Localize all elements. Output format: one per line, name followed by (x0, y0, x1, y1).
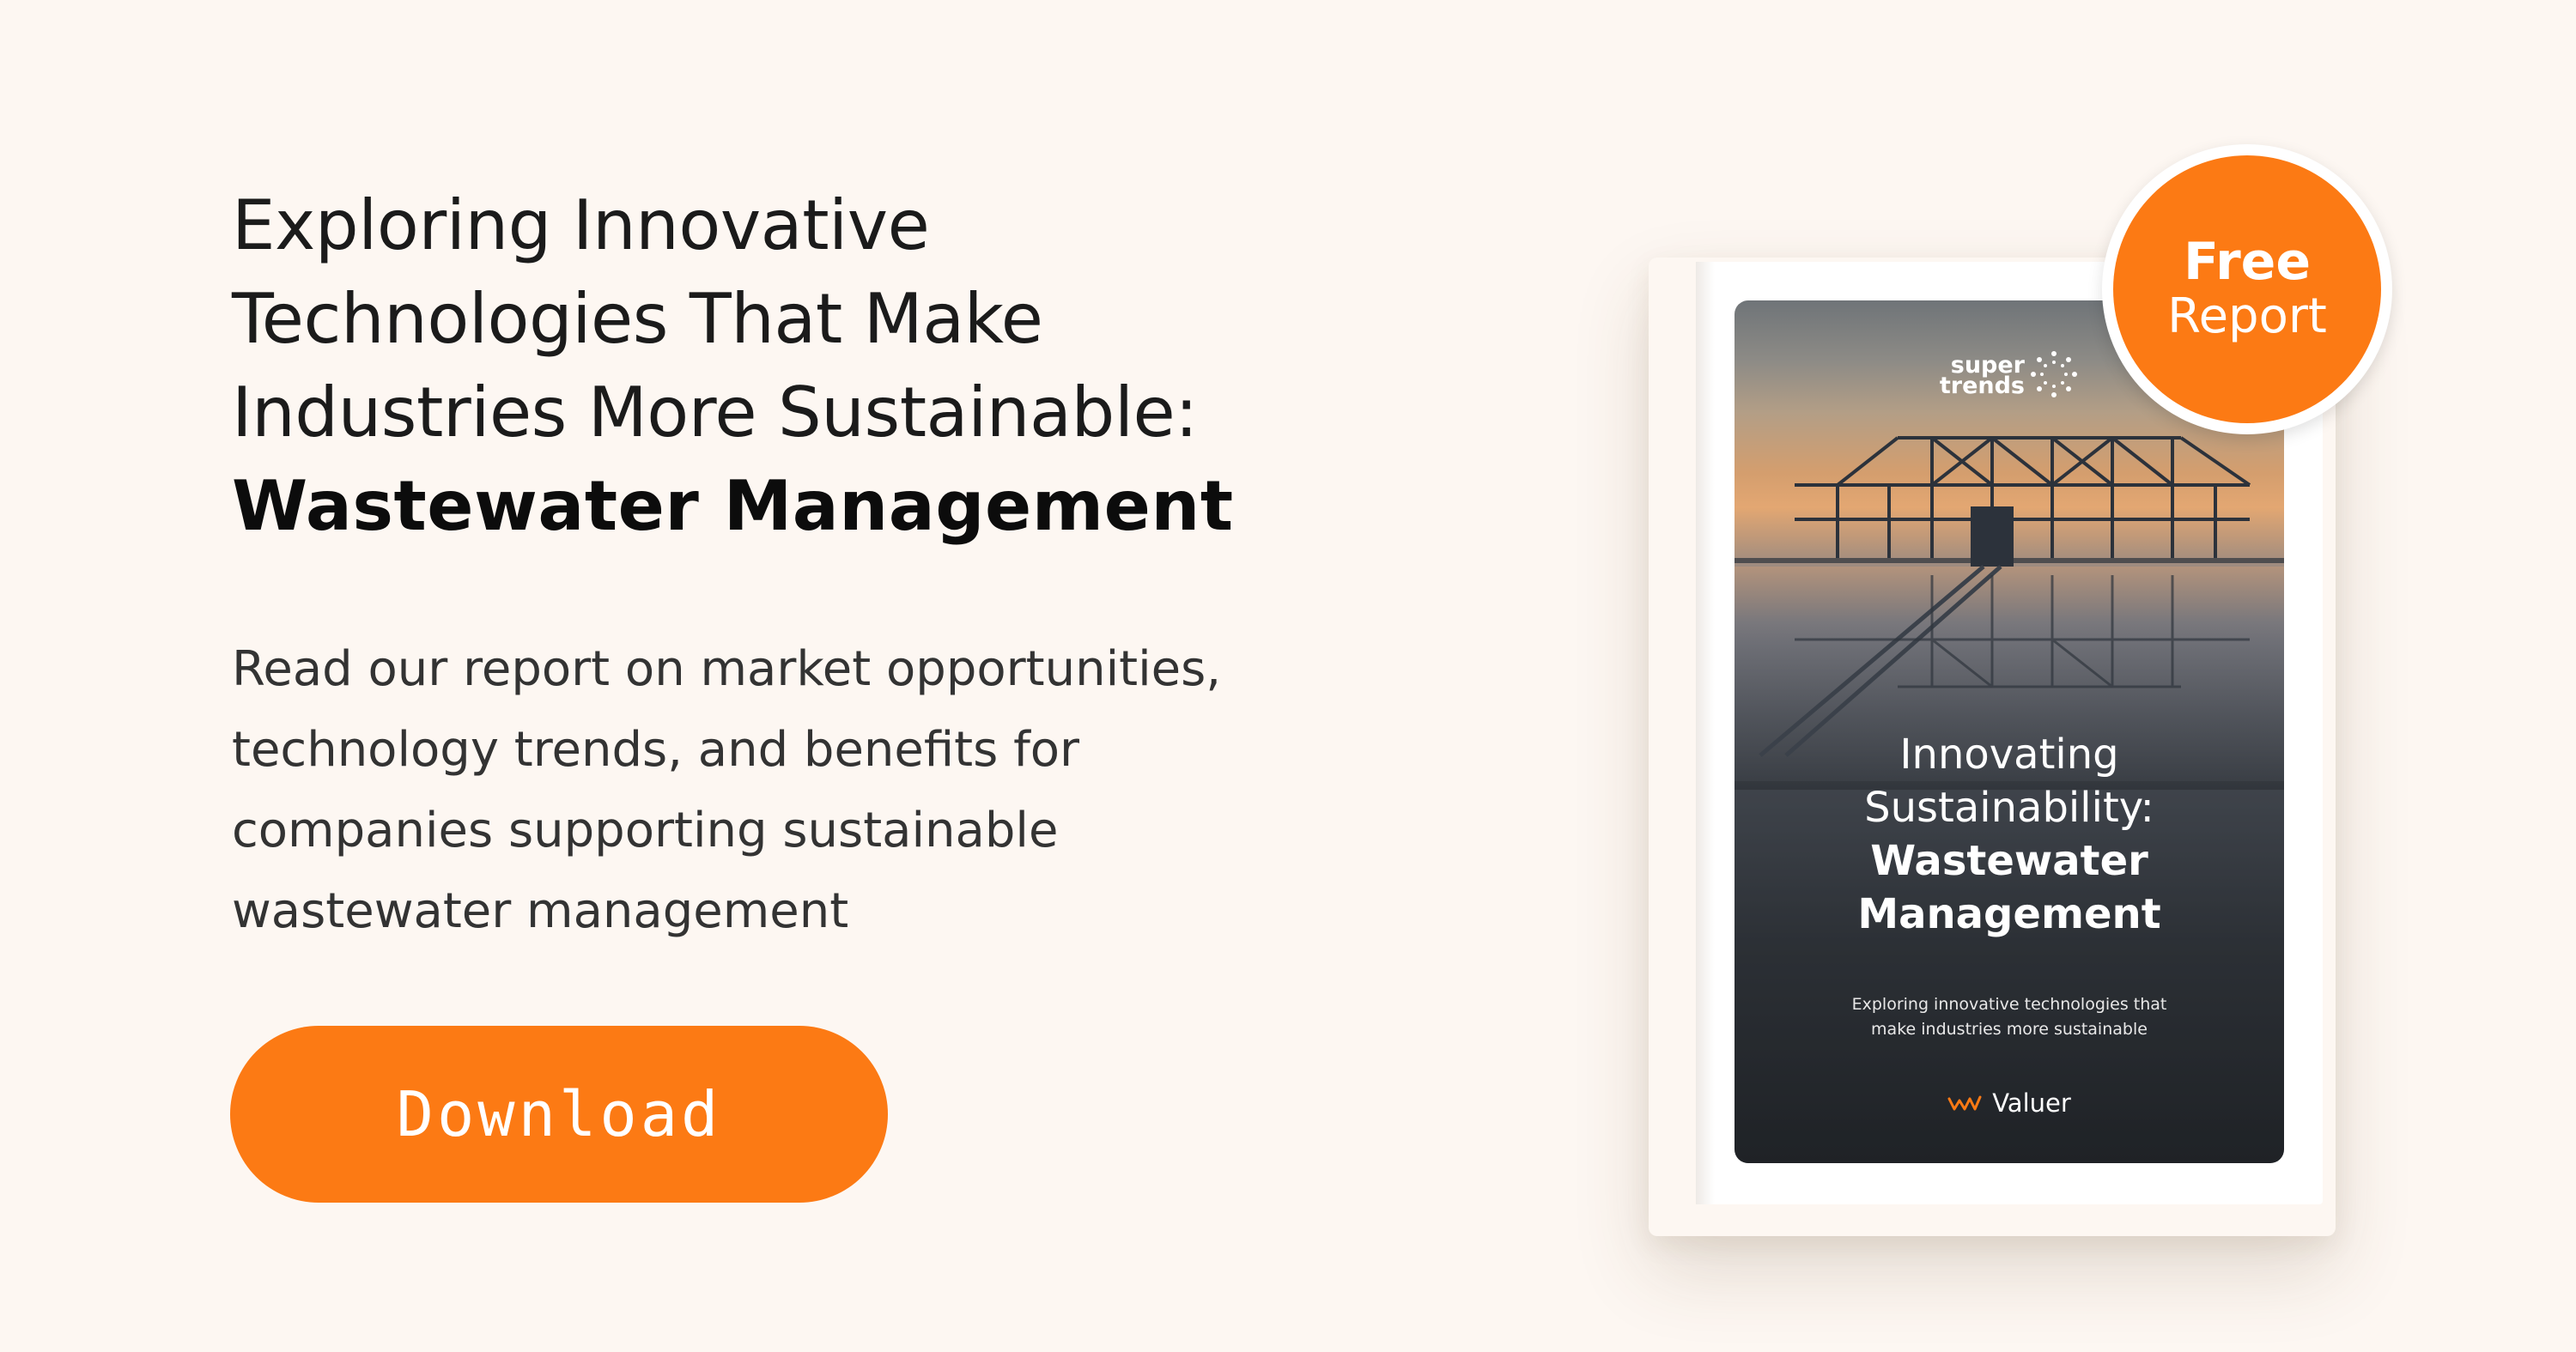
cover-title-line-1: Innovating (1899, 731, 2119, 779)
cover-title: Innovating Sustainability: Wastewater Ma… (1735, 728, 2284, 941)
badge-inner: Free Report (2113, 155, 2381, 423)
logo-text-trends: trends (1939, 373, 2025, 399)
cover-title-line-2: Sustainability: (1864, 784, 2154, 832)
headline-line-1: Exploring Innovative (232, 185, 930, 265)
headline: Exploring Innovative Technologies That M… (232, 179, 1348, 553)
description-line-4: wastewater management (232, 883, 849, 939)
book-spine (1696, 262, 1715, 1204)
free-report-badge: Free Report (2102, 144, 2392, 434)
valuer-logo: Valuer (1735, 1088, 2284, 1118)
supertrends-logo: super trends (1934, 350, 2088, 402)
cover-subtitle-line-1: Exploring innovative technologies that (1851, 995, 2167, 1014)
badge-free-text: Free (2183, 232, 2312, 292)
valuer-brand-text: Valuer (1992, 1088, 2071, 1118)
download-button[interactable]: Download (230, 1026, 888, 1203)
description-line-2: technology trends, and benefits for (232, 722, 1080, 778)
cover-subtitle: Exploring innovative technologies that m… (1735, 992, 2284, 1042)
description-line-1: Read our report on market opportunities, (232, 641, 1222, 697)
cover-title-line-3: Wastewater (1870, 837, 2148, 885)
headline-bold-line: Wastewater Management (232, 466, 1234, 546)
cover-subtitle-line-2: make industries more sustainable (1871, 1020, 2148, 1039)
cover-title-line-4: Management (1857, 890, 2161, 938)
headline-line-2: Technologies That Make (232, 279, 1043, 359)
description: Read our report on market opportunities,… (232, 629, 1348, 952)
starburst-icon (2031, 351, 2077, 397)
headline-line-3: Industries More Sustainable: (232, 373, 1198, 452)
badge-report-text: Report (2167, 288, 2327, 344)
book-cover[interactable]: super trends Innovating Sustainability: … (1735, 300, 2284, 1163)
valuer-wave-icon (1947, 1095, 1982, 1111)
description-line-3: companies supporting sustainable (232, 803, 1059, 858)
